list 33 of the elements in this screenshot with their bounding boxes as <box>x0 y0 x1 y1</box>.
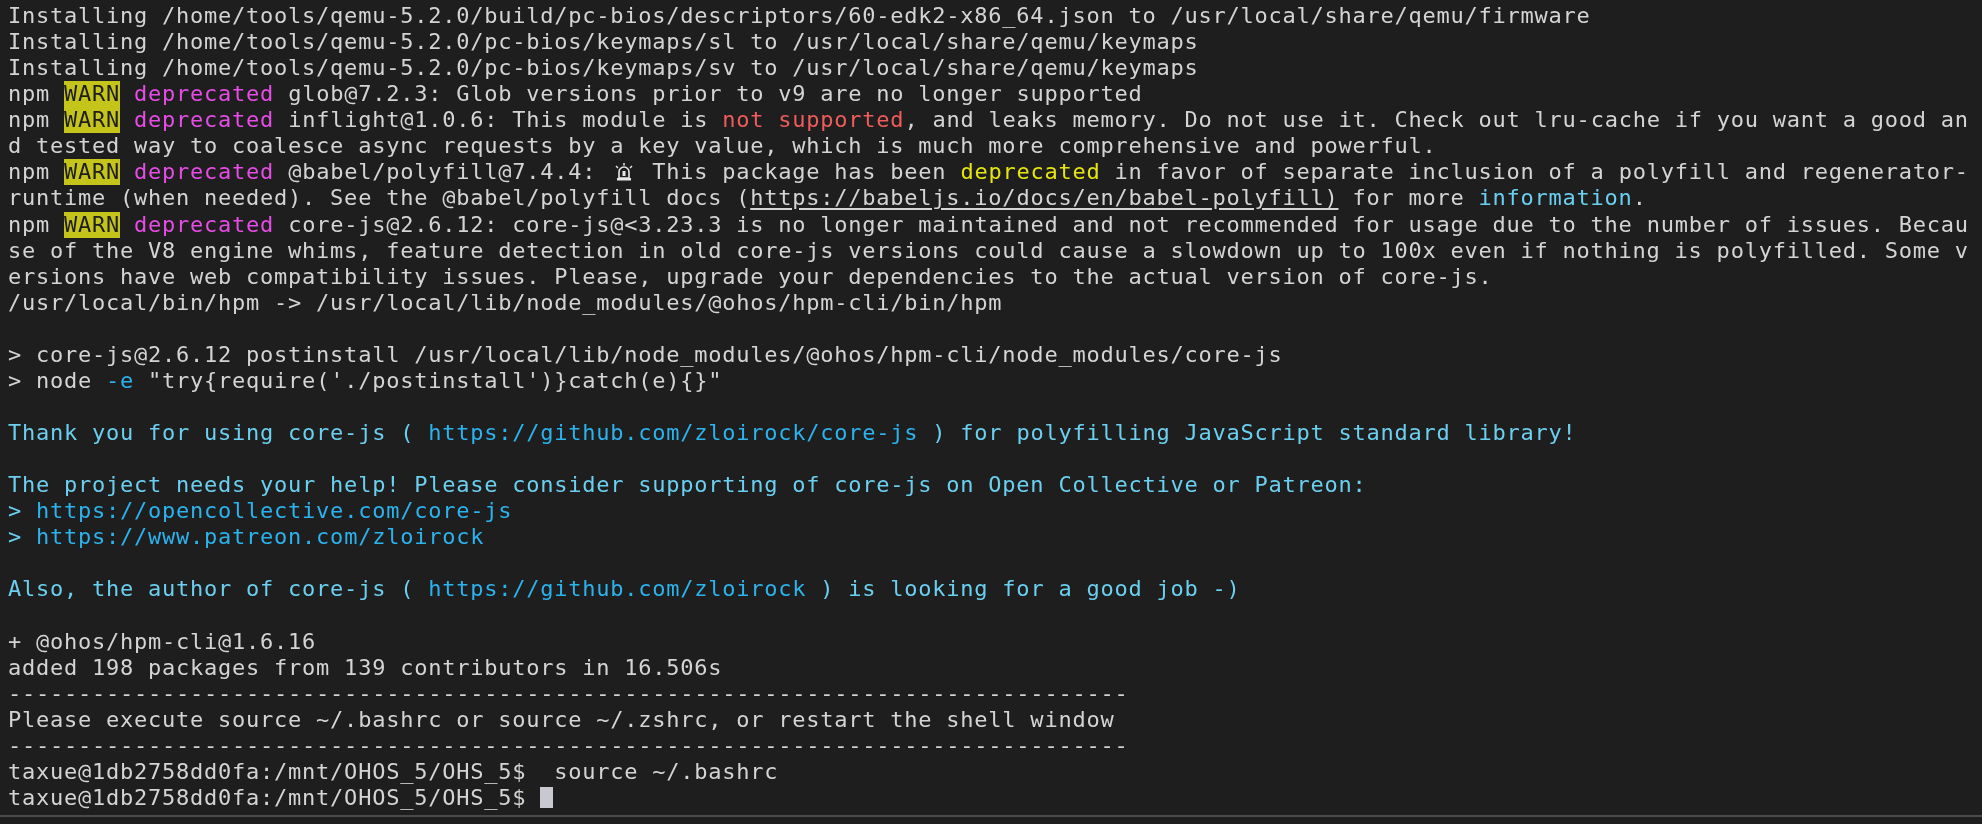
terminal-text: WARN <box>64 159 121 186</box>
terminal-line: > https://opencollective.com/core-js <box>8 498 514 525</box>
terminal-line: > core-js@2.6.12 postinstall /usr/local/lib/node_modules/@ohos/hpm-cli/node_modules/core-js <box>8 341 1284 368</box>
terminal-text: deprecated <box>960 159 1101 186</box>
terminal-line: ersions have web compatibility issues. Please, upgrade your dependencies to the actual version of core-js. <box>8 263 1494 290</box>
terminal-line: npm WARN deprecated core-js@2.6.12: core-js@<3.23.3 is no longer maintained and not recommended for usage due to the number of issues. Becau <box>8 211 1970 238</box>
terminal-line: taxue@1db2758dd0fa:/mnt/OHOS_5/OHS_5$ source ~/.bashrc <box>8 758 780 785</box>
terminal-text: deprecated <box>133 159 275 186</box>
siren-icon <box>614 162 635 183</box>
terminal-line: > node -e "try{require('./postinstall')}catch(e){}" <box>8 367 724 394</box>
terminal-line: The project needs your help! Please consider supporting of core-js on Open Collective or Patreon: <box>8 472 1368 499</box>
terminal-line: + @ohos/hpm-cli@1.6.16 <box>8 628 318 655</box>
terminal-line: npm WARN deprecated glob@7.2.3: Glob versions prior to v9 are no longer supported <box>8 81 1144 108</box>
terminal-text: in favor of separate inclusion of a polyfill and regenerator- <box>1113 159 1969 186</box>
terminal-line: Installing /home/tools/qemu-5.2.0/build/pc-bios/descriptors/60-edk2-x86_64.json to /usr/local/share/qemu/firmware <box>8 3 1592 30</box>
terminal-line: Installing /home/tools/qemu-5.2.0/pc-bios/keymaps/sv to /usr/local/share/qemu/keymaps <box>8 55 1200 82</box>
terminal-line: Installing /home/tools/qemu-5.2.0/pc-bios/keymaps/sl to /usr/local/share/qemu/keymaps <box>8 29 1200 56</box>
terminal-line: runtime (when needed). See the @babel/polyfill docs (https://babeljs.io/docs/en/babel-polyfill) for more information. <box>8 185 1648 212</box>
terminal-line: npm WARN deprecated inflight@1.0.6: This module is not supported, and leaks memory. Do not use it. Check out lru-cache if you want a good an <box>8 107 1970 134</box>
terminal-line: /usr/local/bin/hpm -> /usr/local/lib/node_modules/@ohos/hpm-cli/bin/hpm <box>8 289 1004 316</box>
terminal-text: @babel/polyfill@7.4.4: <box>287 159 598 186</box>
terminal-line: Also, the author of core-js ( https://github.com/zloirock ) is looking for a good job -) <box>8 576 1242 603</box>
terminal-line: d tested way to coalesce async requests by a key value, which is much more comprehensive and powerful. <box>8 133 1438 160</box>
terminal-line: -------------------------------------------------------------------------------- <box>8 732 1130 759</box>
terminal-line: Please execute source ~/.bashrc or source ~/.zshrc, or restart the shell window <box>8 706 1116 733</box>
terminal-line: se of the V8 engine whims, feature detection in old core-js versions could cause a slowdown up to 100x even if nothing is polyfilled. Some v <box>8 237 1970 264</box>
terminal-line: -------------------------------------------------------------------------------- <box>8 680 1130 707</box>
terminal-text: This package has been <box>651 159 948 186</box>
terminal-text: taxue@1db2758dd0fa:/mnt/OHOS_5/OHS_5$ <box>8 784 528 811</box>
terminal-text: npm <box>8 159 51 186</box>
terminal-line: > https://www.patreon.com/zloirock <box>8 524 486 551</box>
terminal-line: added 198 packages from 139 contributors in 16.506s <box>8 654 724 681</box>
terminal-line: Thank you for using core-js ( https://github.com/zloirock/core-js ) for polyfilling JavaScript standard library! <box>8 420 1578 447</box>
